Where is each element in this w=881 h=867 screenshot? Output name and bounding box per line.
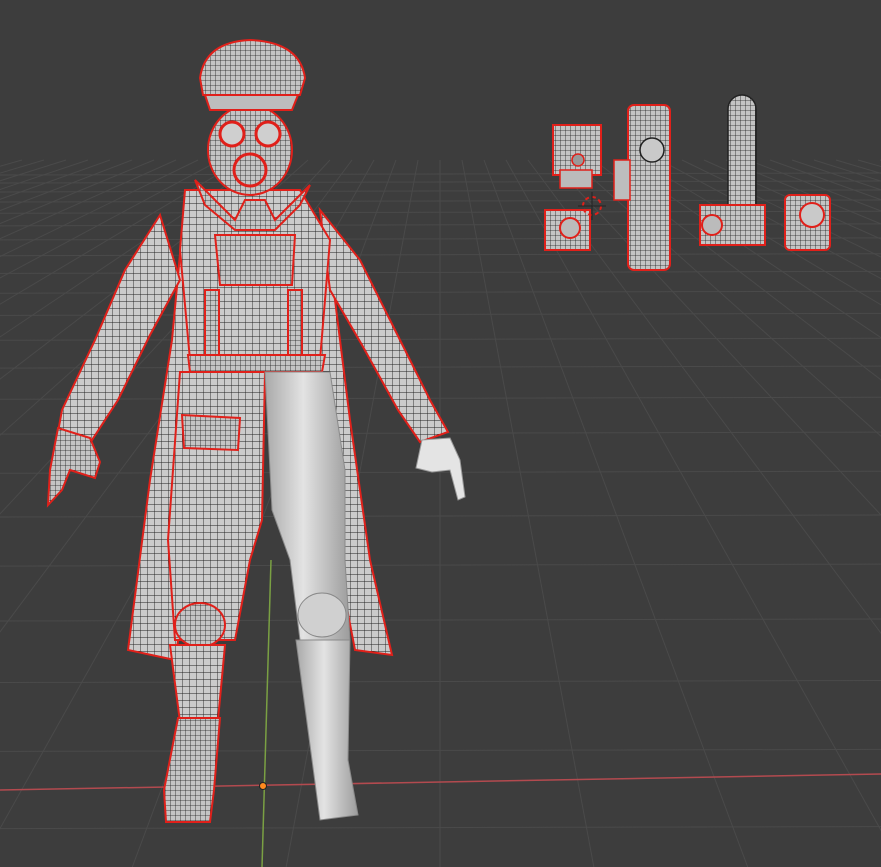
pocket-left <box>180 413 242 452</box>
suspender-left <box>204 289 220 356</box>
grid-line <box>549 159 881 516</box>
flashlight-prop[interactable] <box>699 94 766 246</box>
grid-line <box>0 159 111 200</box>
cap-visor <box>203 94 300 111</box>
character-gasmask-officer[interactable] <box>46 38 466 823</box>
boot-right <box>295 639 359 821</box>
grid-line <box>527 159 881 635</box>
officer-cap <box>198 38 307 96</box>
camera-prop[interactable] <box>544 209 591 251</box>
chest-plate <box>213 234 297 286</box>
grid-line <box>659 159 881 280</box>
gasmask-filter <box>232 152 268 188</box>
grid-line <box>0 159 23 167</box>
pants-left <box>166 371 267 641</box>
grid-line <box>0 159 67 182</box>
suspender-right <box>287 289 303 356</box>
grid-line <box>461 159 595 867</box>
grid-line <box>813 159 881 182</box>
lantern-prop[interactable] <box>552 124 602 189</box>
origin-dot-icon <box>259 782 267 790</box>
grid-line <box>483 159 749 867</box>
grid-line <box>747 159 881 212</box>
shin-left <box>168 644 227 724</box>
grid-line <box>0 159 133 212</box>
canister-prop[interactable] <box>784 194 831 251</box>
goggle-left <box>218 120 246 148</box>
y-axis-line <box>261 559 272 867</box>
grid-line <box>0 159 89 191</box>
boot-left <box>162 717 222 823</box>
grid-line <box>769 159 881 201</box>
grid-line <box>791 159 881 191</box>
knee-right <box>297 592 347 638</box>
grid-line <box>681 159 881 258</box>
viewport-canvas[interactable] <box>0 0 881 867</box>
radio-prop[interactable] <box>613 104 671 271</box>
grid-line <box>703 159 881 240</box>
belt <box>186 354 327 373</box>
grid-line <box>571 159 881 437</box>
3d-viewport[interactable] <box>0 0 881 867</box>
goggle-right <box>254 120 282 148</box>
knee-left <box>174 602 226 648</box>
grid-line <box>857 159 881 168</box>
grid-line <box>505 159 881 832</box>
grid-line <box>637 159 881 306</box>
